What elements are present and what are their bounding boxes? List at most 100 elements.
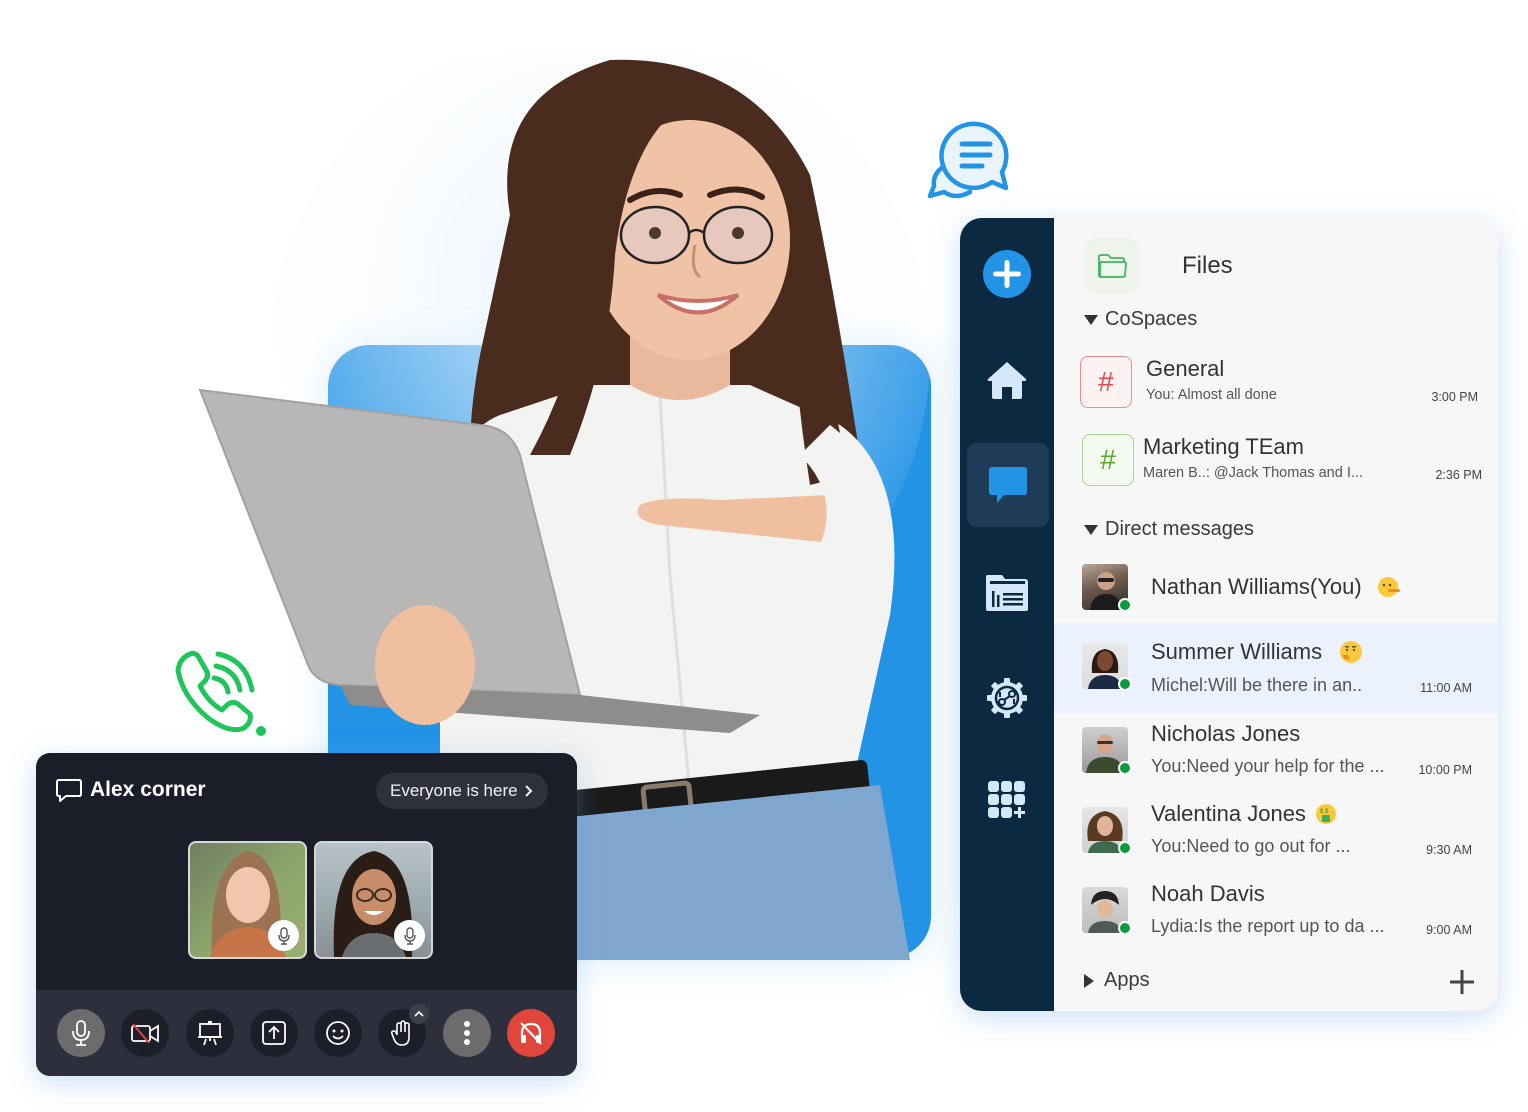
hash-icon: # xyxy=(1082,434,1134,486)
dm-time: 10:00 PM xyxy=(1418,763,1472,777)
more-vertical-icon xyxy=(464,1021,470,1045)
rail-new-button[interactable] xyxy=(960,232,1054,316)
chat-icon xyxy=(989,467,1027,503)
leave-call-button[interactable] xyxy=(507,1009,555,1057)
dm-time: 9:30 AM xyxy=(1426,843,1472,857)
caret-right-icon xyxy=(1084,973,1094,988)
plus-circle-icon xyxy=(983,250,1031,298)
channel-item[interactable]: # General You: Almost all done 3:00 PM xyxy=(1080,356,1498,414)
money-mouth-face-emoji-icon: $ $ xyxy=(1315,804,1336,824)
raise-hand-options-button[interactable] xyxy=(409,1004,429,1024)
files-link[interactable]: Files xyxy=(1084,238,1233,294)
files-icon-box xyxy=(1084,238,1140,294)
add-app-icon[interactable] xyxy=(1448,968,1476,996)
dm-name: Summer Williams xyxy=(1151,639,1363,665)
leave-call-icon xyxy=(520,1022,542,1045)
dm-preview: You:Need to go out for ... xyxy=(1151,836,1351,856)
participant-tile[interactable] xyxy=(188,841,307,959)
dm-preview: You:Need your help for the ... xyxy=(1151,756,1385,776)
cospaces-section-toggle[interactable]: CoSpaces xyxy=(1084,308,1197,331)
dm-item[interactable]: Noah Davis Lydia:Is the report up to da … xyxy=(1054,873,1498,963)
mic-icon xyxy=(403,926,416,945)
rail-home-button[interactable] xyxy=(960,338,1054,422)
eye xyxy=(732,227,744,239)
apps-grid-add-icon xyxy=(988,781,1025,818)
dm-name: Nicholas Jones xyxy=(1151,721,1301,746)
online-status-dot xyxy=(1118,677,1132,691)
dm-name: Noah Davis xyxy=(1151,881,1265,906)
dm-item[interactable]: Valentina Jones $ $ You:Need to go out f… xyxy=(1054,793,1498,883)
dm-name-text: Summer Williams xyxy=(1151,639,1323,664)
phone-ringing-icon xyxy=(175,650,266,736)
online-status-dot xyxy=(1118,761,1132,775)
share-screen-icon xyxy=(262,1021,286,1045)
cospaces-label: CoSpaces xyxy=(1105,308,1198,330)
channel-preview: You: Almost all done xyxy=(1146,387,1277,403)
mic-icon xyxy=(72,1020,90,1046)
direct-messages-section-toggle[interactable]: Direct messages xyxy=(1084,518,1254,541)
apps-label: Apps xyxy=(1104,969,1150,991)
caret-down-icon xyxy=(1084,314,1098,325)
chat-outline-icon xyxy=(56,779,82,802)
apps-section-toggle[interactable]: Apps xyxy=(1084,969,1150,992)
channel-item[interactable]: # Marketing TEam Maren B..: @Jack Thomas… xyxy=(1082,434,1498,492)
call-controls-bar xyxy=(36,990,577,1076)
channel-preview: Maren B..: @Jack Thomas and I... xyxy=(1143,465,1363,481)
video-call-card: Alex corner Everyone is here xyxy=(36,753,577,1076)
more-options-button[interactable] xyxy=(443,1009,491,1057)
gear-link-icon xyxy=(987,678,1027,718)
smile-icon xyxy=(326,1021,350,1045)
raise-hand-icon xyxy=(390,1020,410,1046)
mic-status xyxy=(268,920,299,951)
dm-name: Valentina Jones $ $ xyxy=(1151,801,1336,827)
camera-toggle-button[interactable] xyxy=(121,1009,169,1057)
online-status-dot xyxy=(1118,841,1132,855)
folder-icon xyxy=(1098,254,1127,278)
channel-time: 3:00 PM xyxy=(1431,390,1478,404)
hand-holding-laptop xyxy=(375,605,475,725)
dm-item-selected[interactable]: Summer Williams Michel:Will be there in … xyxy=(1054,623,1498,713)
participant-tile[interactable] xyxy=(314,841,433,959)
online-status-dot xyxy=(1118,598,1132,612)
lying-face-emoji-icon xyxy=(1377,577,1400,597)
direct-messages-label: Direct messages xyxy=(1105,518,1254,540)
files-label: Files xyxy=(1182,252,1233,279)
channel-time: 2:36 PM xyxy=(1435,468,1482,482)
dm-time: 9:00 AM xyxy=(1426,923,1472,937)
newspaper-icon xyxy=(986,575,1028,611)
mic-button[interactable] xyxy=(57,1009,105,1057)
rail-apps-button[interactable] xyxy=(960,758,1054,842)
nav-rail xyxy=(960,218,1054,1011)
mic-status xyxy=(394,920,425,951)
share-screen-button[interactable] xyxy=(250,1009,298,1057)
rail-integrations-button[interactable] xyxy=(960,656,1054,740)
dm-item[interactable]: Nicholas Jones You:Need your help for th… xyxy=(1054,713,1498,803)
chat-list: Files CoSpaces # General You: Almost all… xyxy=(1054,218,1498,1011)
dm-name-text: Nathan Williams(You) xyxy=(1151,574,1362,599)
caret-down-icon xyxy=(1084,524,1098,535)
chevron-up-icon xyxy=(414,1010,424,1017)
participants-status-text: Everyone is here xyxy=(390,781,518,800)
call-title: Alex corner xyxy=(56,777,206,803)
room-name: Alex corner xyxy=(90,778,206,801)
present-button[interactable] xyxy=(186,1009,234,1057)
rail-news-button[interactable] xyxy=(960,550,1054,634)
channel-name: Marketing TEam xyxy=(1143,434,1304,459)
dm-name-text: Valentina Jones xyxy=(1151,801,1306,826)
reactions-button[interactable] xyxy=(314,1009,362,1057)
participants-status-button[interactable]: Everyone is here xyxy=(376,773,548,809)
eye xyxy=(649,227,661,239)
chevron-right-icon xyxy=(524,785,532,797)
channel-name: General xyxy=(1146,356,1225,381)
dm-preview: Lydia:Is the report up to da ... xyxy=(1151,916,1385,936)
rail-chat-button[interactable] xyxy=(967,443,1049,527)
thinking-face-emoji-icon xyxy=(1340,641,1363,663)
dm-name: Nathan Williams(You) xyxy=(1151,574,1400,600)
dm-preview: Michel:Will be there in an.. xyxy=(1151,675,1363,695)
hash-icon: # xyxy=(1080,356,1132,408)
camera-off-icon xyxy=(131,1023,159,1044)
presentation-icon xyxy=(198,1021,222,1046)
chat-bubbles-icon xyxy=(927,121,1009,199)
chat-app-panel: Files CoSpaces # General You: Almost all… xyxy=(960,218,1498,1011)
mic-icon xyxy=(277,926,290,945)
